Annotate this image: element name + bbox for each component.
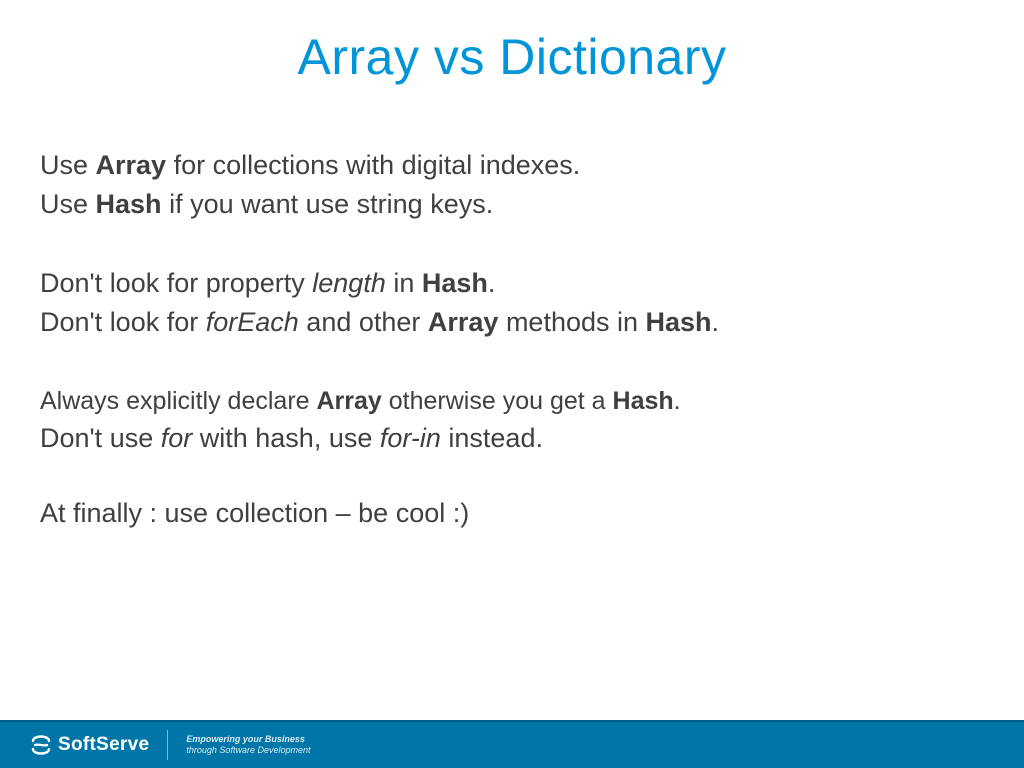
spacer <box>40 224 984 264</box>
text: otherwise you get a <box>382 387 613 415</box>
text: for collections with digital indexes. <box>166 150 580 180</box>
bold-array: Array <box>428 307 499 337</box>
body-line-2: Use Hash if you want use string keys. <box>40 185 984 224</box>
text: . <box>674 387 681 415</box>
spacer <box>40 343 984 383</box>
text: Always explicitly declare <box>40 387 317 415</box>
spacer <box>40 458 984 494</box>
tagline-line-1: Empowering your Business <box>186 734 310 745</box>
slide: Array vs Dictionary Use Array for collec… <box>0 0 1024 768</box>
bold-hash: Hash <box>96 189 162 219</box>
slide-body: Use Array for collections with digital i… <box>0 86 1024 533</box>
body-line-7: At finally : use collection – be cool :) <box>40 494 984 533</box>
text: Use <box>40 189 96 219</box>
italic-length: length <box>312 268 386 298</box>
italic-foreach: forEach <box>206 307 299 337</box>
italic-for-in: for-in <box>380 423 441 453</box>
body-line-3: Don't look for property length in Hash. <box>40 264 984 303</box>
text: Don't use <box>40 423 161 453</box>
softserve-icon <box>30 734 52 756</box>
text: Don't look for property <box>40 268 312 298</box>
text: Don't look for <box>40 307 206 337</box>
text: methods in <box>498 307 645 337</box>
bold-array: Array <box>96 150 167 180</box>
bold-hash: Hash <box>422 268 488 298</box>
body-line-5: Always explicitly declare Array otherwis… <box>40 383 984 419</box>
body-line-4: Don't look for forEach and other Array m… <box>40 303 984 342</box>
bold-array: Array <box>317 387 382 415</box>
text: with hash, use <box>192 423 380 453</box>
body-line-6: Don't use for with hash, use for-in inst… <box>40 419 984 458</box>
bold-hash: Hash <box>613 387 674 415</box>
text: in <box>386 268 422 298</box>
slide-title: Array vs Dictionary <box>0 0 1024 86</box>
footer-bar: SoftServe Empowering your Business throu… <box>0 720 1024 768</box>
body-line-1: Use Array for collections with digital i… <box>40 146 984 185</box>
text: . <box>488 268 496 298</box>
text: . <box>712 307 720 337</box>
text: instead. <box>441 423 543 453</box>
brand-tagline: Empowering your Business through Softwar… <box>168 734 310 757</box>
bold-hash: Hash <box>646 307 712 337</box>
text: Use <box>40 150 96 180</box>
brand-logo: SoftServe <box>30 730 168 760</box>
tagline-line-2: through Software Development <box>186 745 310 756</box>
text: and other <box>299 307 428 337</box>
text: if you want use string keys. <box>162 189 494 219</box>
italic-for: for <box>161 423 193 453</box>
brand-name: SoftServe <box>58 734 149 756</box>
